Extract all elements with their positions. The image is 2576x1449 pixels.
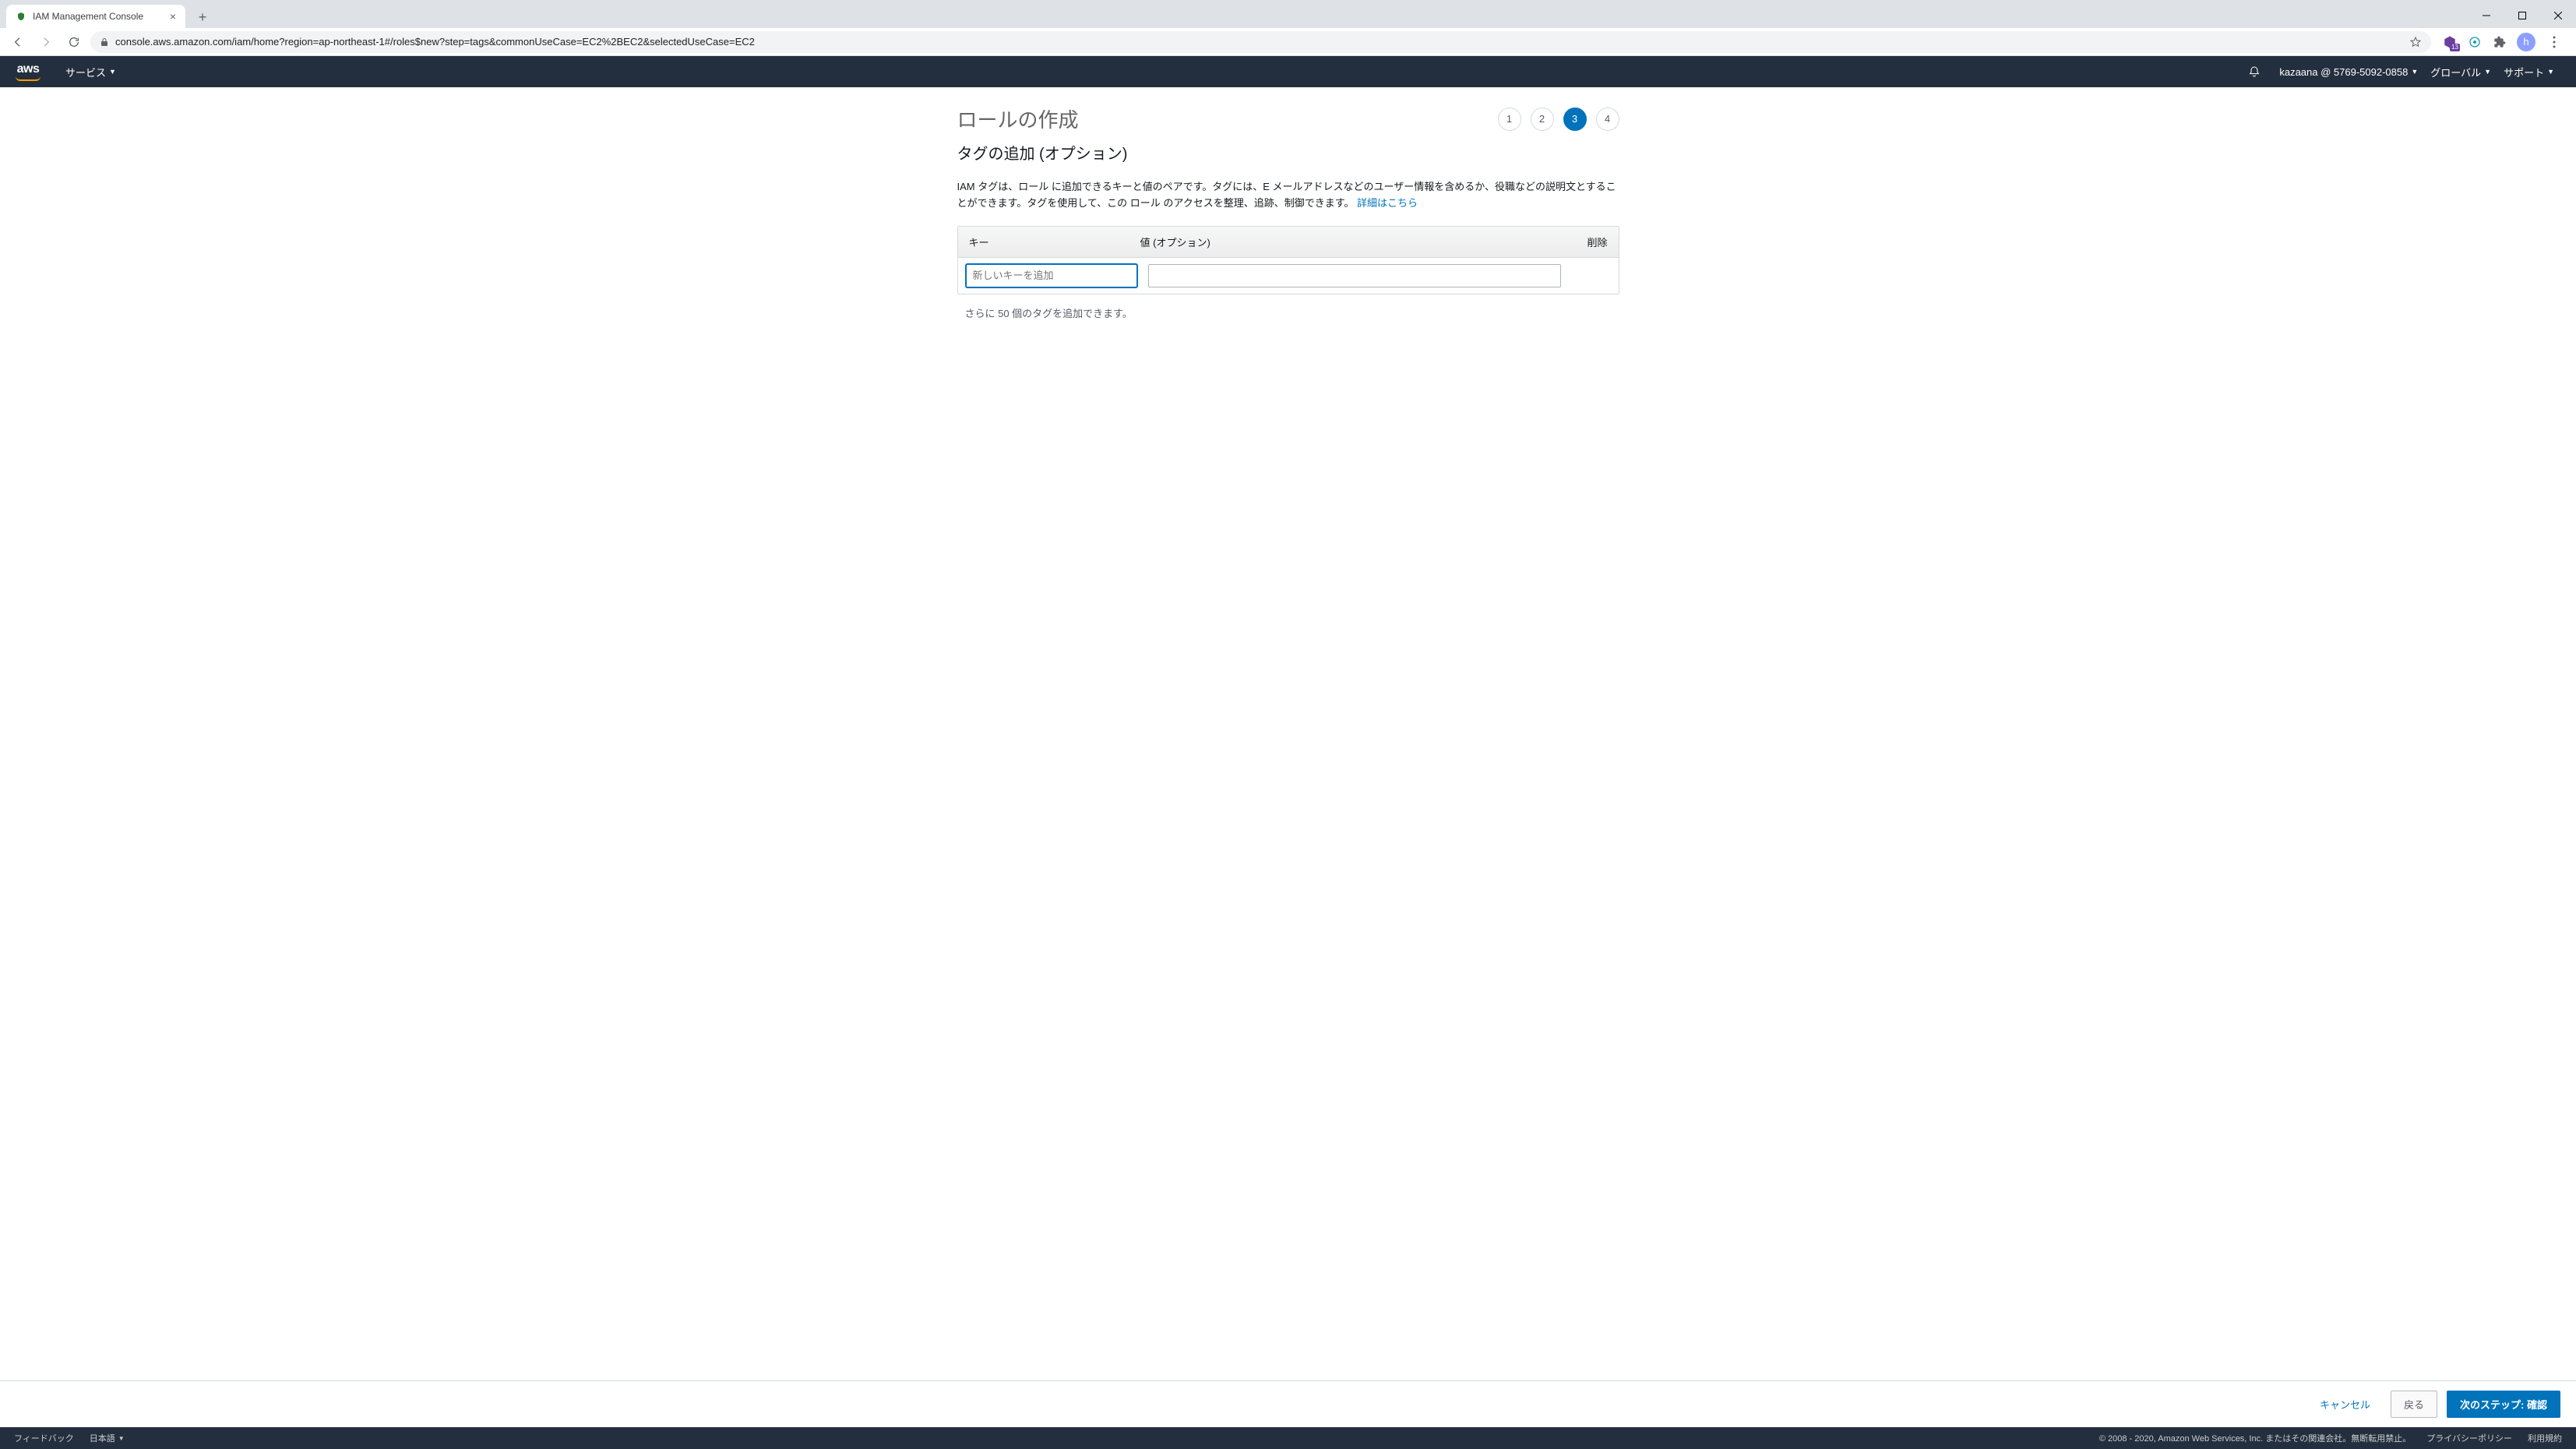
extension-shopping-icon[interactable]: 13 [2442, 34, 2458, 50]
next-button[interactable]: 次のステップ: 確認 [2447, 1391, 2560, 1418]
language-label: 日本語 [90, 1432, 115, 1444]
aws-console-header: aws サービス ▼ kazaana @ 5769-5092-0858 ▼ グロ… [0, 56, 2576, 87]
step-4[interactable]: 4 [1596, 108, 1619, 131]
lock-icon [100, 37, 109, 48]
aws-console-footer: フィードバック 日本語 ▼ © 2008 - 2020, Amazon Web … [0, 1427, 2576, 1449]
column-header-key: キー [969, 234, 1140, 249]
wizard-action-bar: キャンセル 戻る 次のステップ: 確認 [0, 1380, 2576, 1427]
main-content: ロールの作成 1 2 3 4 タグの追加 (オプション) IAM タグは、ロール… [957, 87, 1619, 351]
window-close-button[interactable] [2540, 3, 2576, 28]
address-bar[interactable]: console.aws.amazon.com/iam/home?region=a… [90, 31, 2431, 53]
step-3[interactable]: 3 [1563, 108, 1587, 131]
tag-row [958, 258, 1619, 294]
cancel-button[interactable]: キャンセル [2309, 1392, 2381, 1416]
tab-close-icon[interactable]: × [170, 10, 176, 23]
step-1[interactable]: 1 [1498, 108, 1521, 131]
url-text: console.aws.amazon.com/iam/home?region=a… [115, 36, 2403, 48]
terms-link[interactable]: 利用規約 [2528, 1432, 2562, 1444]
window-controls [2469, 3, 2576, 28]
support-label: サポート [2504, 65, 2544, 79]
aws-logo[interactable]: aws [16, 63, 41, 81]
services-menu[interactable]: サービス ▼ [59, 65, 122, 79]
caret-down-icon: ▼ [109, 68, 116, 76]
account-menu[interactable]: kazaana @ 5769-5092-0858 ▼ [2273, 66, 2424, 78]
tags-table: キー 値 (オプション) 削除 [957, 226, 1619, 294]
page-title: ロールの作成 [957, 104, 1079, 133]
address-row: console.aws.amazon.com/iam/home?region=a… [0, 28, 2576, 56]
title-row: ロールの作成 1 2 3 4 [957, 104, 1619, 133]
tab-strip: IAM Management Console × + [0, 0, 2576, 28]
description-body: IAM タグは、ロール に追加できるキーと値のペアです。タグには、E メールアド… [957, 181, 1616, 209]
back-button[interactable]: 戻る [2391, 1391, 2437, 1418]
tab-title: IAM Management Console [33, 11, 164, 22]
tags-table-header: キー 値 (オプション) 削除 [958, 227, 1619, 258]
services-label: サービス [65, 65, 106, 79]
column-header-value: 値 (オプション) [1140, 234, 1569, 249]
feedback-link[interactable]: フィードバック [14, 1432, 74, 1444]
feedback-label: フィードバック [14, 1432, 74, 1444]
privacy-link[interactable]: プライバシーポリシー [2426, 1432, 2512, 1444]
caret-down-icon: ▼ [118, 1435, 125, 1442]
aws-favicon-icon [16, 11, 26, 22]
section-subtitle: タグの追加 (オプション) [957, 141, 1619, 164]
nav-reload-button[interactable] [62, 30, 86, 54]
extensions-menu-icon[interactable] [2492, 34, 2507, 50]
browser-chrome: IAM Management Console × + console.aws.a… [0, 0, 2576, 56]
window-maximize-button[interactable] [2504, 3, 2540, 28]
page-body: ロールの作成 1 2 3 4 タグの追加 (オプション) IAM タグは、ロール… [0, 87, 2576, 1449]
region-menu[interactable]: グローバル ▼ [2424, 65, 2497, 79]
learn-more-link[interactable]: 詳細はこちら [1357, 197, 1418, 209]
caret-down-icon: ▼ [2411, 68, 2418, 76]
description-text: IAM タグは、ロール に追加できるキーと値のペアです。タグには、E メールアド… [957, 179, 1619, 212]
tag-value-input[interactable] [1148, 264, 1561, 287]
browser-tab[interactable]: IAM Management Console × [6, 5, 185, 28]
nav-forward-button[interactable] [34, 30, 58, 54]
nav-back-button[interactable] [6, 30, 30, 54]
browser-menu-icon[interactable] [2545, 36, 2564, 48]
window-minimize-button[interactable] [2469, 3, 2504, 28]
new-tab-button[interactable]: + [192, 6, 213, 28]
wizard-steps: 1 2 3 4 [1498, 108, 1619, 131]
region-label: グローバル [2430, 65, 2481, 79]
extension-badge: 13 [2450, 44, 2460, 51]
extension-icons: 13 h [2436, 33, 2570, 51]
column-header-delete: 削除 [1569, 234, 1608, 249]
support-menu[interactable]: サポート ▼ [2497, 65, 2560, 79]
tag-key-input[interactable] [966, 264, 1137, 287]
caret-down-icon: ▼ [2547, 68, 2554, 76]
language-selector[interactable]: 日本語 ▼ [90, 1432, 125, 1444]
step-2[interactable]: 2 [1531, 108, 1554, 131]
bookmark-star-icon[interactable] [2409, 36, 2422, 48]
remaining-tags-note: さらに 50 個のタグを追加できます。 [957, 294, 1619, 320]
copyright-text: © 2008 - 2020, Amazon Web Services, Inc.… [2099, 1432, 2411, 1444]
profile-avatar[interactable]: h [2517, 33, 2535, 51]
notifications-bell-icon[interactable] [2248, 65, 2261, 78]
caret-down-icon: ▼ [2484, 68, 2491, 76]
extension-help-icon[interactable] [2467, 34, 2483, 50]
account-label: kazaana @ 5769-5092-0858 [2279, 66, 2408, 78]
